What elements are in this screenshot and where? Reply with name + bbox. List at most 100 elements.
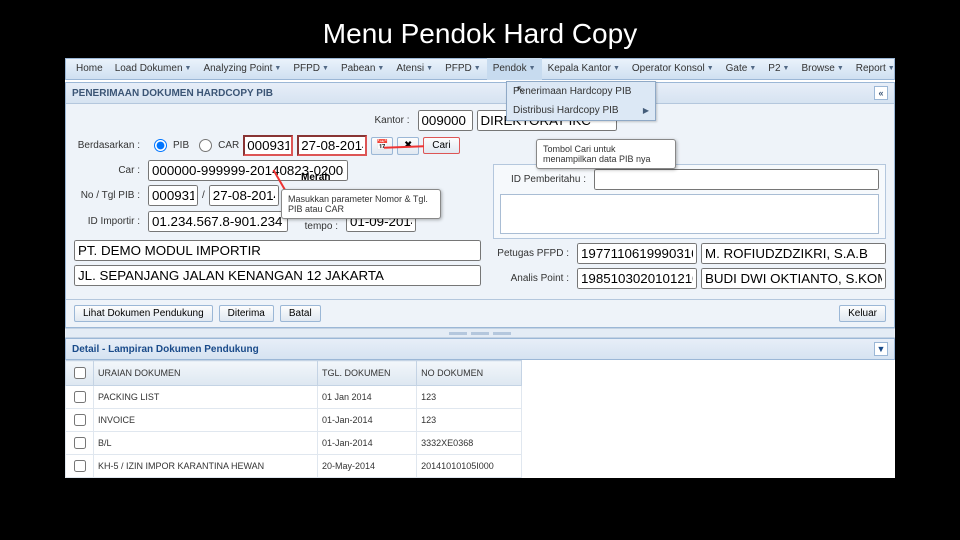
- namaimportir-input[interactable]: [74, 240, 481, 261]
- nopib-input[interactable]: [148, 185, 198, 206]
- dropdown-penerimaan[interactable]: Penerimaan Hardcopy PIB: [507, 82, 655, 101]
- tglpib-input[interactable]: [209, 185, 279, 206]
- analis-name-input[interactable]: [701, 268, 886, 289]
- main-menubar: Home Load Dokumen▼ Analyzing Point▼ PFPD…: [65, 58, 895, 80]
- radio-pib-label: PIB: [173, 140, 189, 151]
- cell-tgl: 01-Jan-2014: [318, 432, 417, 455]
- menu-load-dokumen[interactable]: Load Dokumen▼: [109, 58, 198, 80]
- menu-pfpd2[interactable]: PFPD▼: [439, 58, 487, 80]
- table-row[interactable]: PACKING LIST01 Jan 2014123: [66, 386, 522, 409]
- cell-no: 123: [417, 409, 521, 432]
- detail-collapse-button[interactable]: ▼: [874, 342, 888, 356]
- chevron-down-icon: ▼: [783, 58, 790, 80]
- pemberitahu-textarea[interactable]: [500, 194, 879, 234]
- chevron-down-icon: ▼: [377, 58, 384, 80]
- chevron-down-icon: ▼: [613, 58, 620, 80]
- col-tgl[interactable]: TGL. DOKUMEN: [318, 361, 417, 386]
- row-analis: Analis Point :: [493, 268, 886, 289]
- menu-label: Kepala Kantor: [548, 58, 611, 80]
- action-bar: Lihat Dokumen Pendukung Diterima Batal K…: [66, 299, 894, 327]
- analis-label: Analis Point :: [493, 273, 573, 284]
- menu-label: Load Dokumen: [115, 58, 183, 80]
- row-checkbox[interactable]: [74, 414, 86, 426]
- menu-label: Pendok: [493, 58, 527, 80]
- col-uraian[interactable]: URAIAN DOKUMEN: [94, 361, 318, 386]
- splitter[interactable]: [65, 328, 895, 338]
- detail-title: Detail - Lampiran Dokumen Pendukung: [72, 344, 259, 355]
- menu-operator-konsol[interactable]: Operator Konsol▼: [626, 58, 720, 80]
- cari-button[interactable]: Cari: [423, 137, 459, 154]
- cell-tgl: 20-May-2014: [318, 455, 417, 478]
- petugas-id-input[interactable]: [577, 243, 697, 264]
- notglpib-label: No / Tgl PIB :: [74, 190, 144, 201]
- menu-label: P2: [768, 58, 780, 80]
- menu-report[interactable]: Report▼: [850, 58, 901, 80]
- radio-pib[interactable]: [154, 139, 167, 152]
- menu-label: PFPD: [445, 58, 472, 80]
- panel-title: PENERIMAAN DOKUMEN HARDCOPY PIB: [72, 88, 273, 99]
- chevron-down-icon: ▼: [474, 58, 481, 80]
- menu-pendok[interactable]: Pendok▼: [487, 58, 542, 80]
- tooltip-param: Masukkan parameter Nomor & Tgl. PIB atau…: [281, 189, 441, 219]
- menu-pfpd[interactable]: PFPD▼: [287, 58, 335, 80]
- menu-analyzing-point[interactable]: Analyzing Point▼: [197, 58, 287, 80]
- menu-label: Browse: [801, 58, 834, 80]
- sep: /: [202, 190, 205, 201]
- pendok-dropdown: Penerimaan Hardcopy PIB Distribusi Hardc…: [506, 81, 656, 121]
- menu-home[interactable]: Home: [70, 58, 109, 80]
- kantor-code-input[interactable]: [418, 110, 473, 131]
- checkbox-all[interactable]: [74, 367, 86, 379]
- alamat-input[interactable]: [74, 265, 481, 286]
- main-panel: PENERIMAAN DOKUMEN HARDCOPY PIB « Tombol…: [65, 82, 895, 328]
- idimportir-input[interactable]: [148, 211, 288, 232]
- analis-id-input[interactable]: [577, 268, 697, 289]
- search-tgl-input[interactable]: [297, 135, 367, 156]
- chevron-down-icon: ▼: [837, 58, 844, 80]
- row-checkbox[interactable]: [74, 437, 86, 449]
- jalur-merah-label: Merah: [301, 172, 330, 183]
- chevron-down-icon: ▼: [185, 58, 192, 80]
- idpem-input[interactable]: [594, 169, 879, 190]
- row-petugas: Petugas PFPD :: [493, 243, 886, 264]
- radio-car[interactable]: [199, 139, 212, 152]
- menu-browse[interactable]: Browse▼: [795, 58, 849, 80]
- app-window: Home Load Dokumen▼ Analyzing Point▼ PFPD…: [65, 58, 895, 478]
- table-row[interactable]: KH-5 / IZIN IMPOR KARANTINA HEWAN20-May-…: [66, 455, 522, 478]
- col-no[interactable]: NO DOKUMEN: [417, 361, 521, 386]
- menu-label: PFPD: [293, 58, 320, 80]
- chevron-down-icon: ▼: [529, 58, 536, 80]
- search-nopib-input[interactable]: [243, 135, 293, 156]
- petugas-name-input[interactable]: [701, 243, 886, 264]
- collapse-button[interactable]: «: [874, 86, 888, 100]
- kantor-label: Kantor :: [344, 115, 414, 126]
- menu-label: Report: [856, 58, 886, 80]
- menu-pabean[interactable]: Pabean▼: [335, 58, 390, 80]
- cell-no: 20141010105I000: [417, 455, 521, 478]
- dropdown-distribusi[interactable]: Distribusi Hardcopy PIB▶: [507, 101, 655, 120]
- row-checkbox[interactable]: [74, 391, 86, 403]
- table-row[interactable]: INVOICE01-Jan-2014123: [66, 409, 522, 432]
- chevron-down-icon: ▼: [274, 58, 281, 80]
- menu-kepala-kantor[interactable]: Kepala Kantor▼: [542, 58, 626, 80]
- row-checkbox[interactable]: [74, 460, 86, 472]
- menu-gate[interactable]: Gate▼: [720, 58, 763, 80]
- lihat-dokumen-button[interactable]: Lihat Dokumen Pendukung: [74, 305, 213, 322]
- chevron-down-icon: ▼: [888, 58, 895, 80]
- diterima-button[interactable]: Diterima: [219, 305, 274, 322]
- menu-label: Operator Konsol: [632, 58, 705, 80]
- menu-p2[interactable]: P2▼: [762, 58, 795, 80]
- cell-no: 3332XE0368: [417, 432, 521, 455]
- keluar-button[interactable]: Keluar: [839, 305, 886, 322]
- slide-title: Menu Pendok Hard Copy: [0, 0, 960, 58]
- form-columns: Car : No / Tgl PIB : / ID Importir : Jat…: [74, 160, 886, 293]
- calendar-icon: 📅: [376, 140, 388, 151]
- menu-label: Atensi: [396, 58, 424, 80]
- menu-atensi[interactable]: Atensi▼: [390, 58, 439, 80]
- table-row[interactable]: B/L01-Jan-20143332XE0368: [66, 432, 522, 455]
- batal-button[interactable]: Batal: [280, 305, 321, 322]
- panel-body: Tombol Cari untuk menampilkan data PIB n…: [66, 104, 894, 299]
- chevron-down-icon: ▼: [707, 58, 714, 80]
- cell-tgl: 01 Jan 2014: [318, 386, 417, 409]
- petugas-label: Petugas PFPD :: [493, 248, 573, 259]
- pemberitahu-frame: ID Pemberitahu :: [493, 164, 886, 239]
